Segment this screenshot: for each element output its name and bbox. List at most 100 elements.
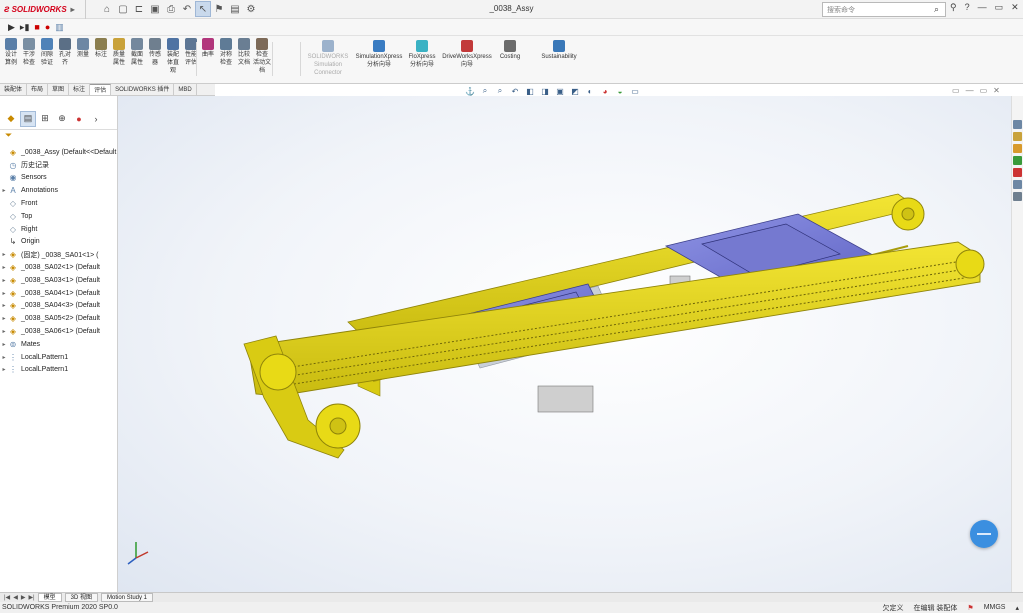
print-icon[interactable]: ⎙: [164, 2, 178, 16]
prev-tab-icon[interactable]: ◀: [13, 594, 18, 601]
play-icon[interactable]: ▶: [8, 22, 15, 33]
property-manager-tab-icon[interactable]: ▤: [20, 110, 36, 127]
ribbon-button-3[interactable]: 孔对 齐: [56, 38, 74, 67]
command-tab-2[interactable]: 草图: [48, 84, 70, 95]
dimxpert-tab-icon[interactable]: ⊕: [55, 112, 69, 126]
last-tab-icon[interactable]: ▶|: [28, 594, 34, 601]
viewport-split-icon[interactable]: ▭: [952, 86, 960, 95]
open-folder-icon[interactable]: ⊏: [132, 2, 146, 16]
new-document-icon[interactable]: ▢: [116, 2, 130, 16]
tab-model[interactable]: 模型: [37, 593, 62, 602]
tab-3d-views[interactable]: 3D 视图: [64, 593, 98, 602]
ribbon-button-11[interactable]: 曲率: [199, 38, 217, 59]
zoom-selection-icon[interactable]: ⌕: [494, 86, 506, 96]
tree-node[interactable]: ◷ 历史记录: [0, 159, 118, 172]
ribbon-button-6[interactable]: 质量 属性: [110, 38, 128, 67]
zoom-area-icon[interactable]: ⌕: [479, 86, 491, 96]
close-icon[interactable]: ✕: [1011, 2, 1019, 13]
options-gear-icon[interactable]: ⚙: [244, 2, 258, 16]
home-icon[interactable]: ⌂: [100, 2, 114, 16]
expand-arrow-icon[interactable]: ▸: [0, 341, 8, 348]
ribbon-large-button-5[interactable]: Sustainability: [535, 40, 583, 61]
step-icon[interactable]: ▸▮: [20, 22, 29, 33]
conveyor-assembly-model[interactable]: [118, 96, 1011, 592]
tree-node[interactable]: ▸ ⊚ Mates: [0, 338, 118, 351]
ribbon-button-7[interactable]: 截面 属性: [128, 38, 146, 67]
ribbon-button-10[interactable]: 性能 评估: [182, 38, 200, 67]
tree-node[interactable]: ▸ ◈ (固定) _0038_SA01<1> (: [0, 248, 118, 261]
expand-arrow-icon[interactable]: ▸: [0, 277, 8, 284]
tree-node[interactable]: ▸ ⋮ LocalLPattern1: [0, 364, 118, 377]
edit-appearance-icon[interactable]: ◕: [599, 86, 611, 96]
tree-node[interactable]: ▸ ⋮ LocalLPattern1: [0, 351, 118, 364]
ribbon-button-4[interactable]: 测量: [74, 38, 92, 59]
ribbon-button-13[interactable]: 比较 文档: [235, 38, 253, 67]
ribbon-button-8[interactable]: 传感 器: [146, 38, 164, 67]
hide-show-icon[interactable]: ◐: [584, 86, 596, 96]
viewport-minimize-icon[interactable]: —: [966, 86, 974, 95]
rebuild-icon[interactable]: ⚑: [212, 2, 226, 16]
command-tab-5[interactable]: SOLIDWORKS 插件: [111, 84, 175, 95]
expand-arrow-icon[interactable]: ▸: [0, 302, 8, 309]
file-properties-icon[interactable]: ▤: [228, 2, 242, 16]
tree-node[interactable]: ◇ Top: [0, 210, 118, 223]
panel-expand-icon[interactable]: ›: [89, 112, 103, 126]
command-tab-4[interactable]: 评估: [90, 84, 112, 95]
graphics-area[interactable]: [118, 96, 1011, 592]
tree-node[interactable]: ↳ Origin: [0, 236, 118, 249]
expand-arrow-icon[interactable]: ▸: [0, 290, 8, 297]
ribbon-button-0[interactable]: 设计 算例: [2, 38, 20, 67]
minimize-icon[interactable]: —: [978, 2, 987, 13]
file-explorer-icon[interactable]: [1013, 144, 1022, 153]
expand-arrow-icon[interactable]: ▸: [0, 264, 8, 271]
user-icon[interactable]: ⚲: [950, 2, 957, 13]
command-tab-0[interactable]: 装配体: [0, 84, 28, 95]
command-tab-1[interactable]: 布局: [27, 84, 49, 95]
view-orientation-icon[interactable]: ▣: [554, 86, 566, 96]
display-style-icon[interactable]: ◩: [569, 86, 581, 96]
record-icon[interactable]: ●: [45, 22, 50, 32]
expand-arrow-icon[interactable]: ▸: [0, 354, 8, 361]
zoom-to-fit-icon[interactable]: ⚓: [464, 86, 476, 96]
ribbon-large-button-3[interactable]: DriveWorksXpress 向导: [438, 40, 496, 69]
command-tab-3[interactable]: 标注: [69, 84, 91, 95]
expand-arrow-icon[interactable]: ▸: [0, 315, 8, 322]
expand-arrow-icon[interactable]: ▸: [0, 366, 8, 373]
expand-arrow-icon[interactable]: ▸: [0, 187, 8, 194]
next-tab-icon[interactable]: ▶: [21, 594, 26, 601]
ribbon-large-button-1[interactable]: SimulationXpress 分析向导: [352, 40, 406, 69]
configuration-manager-tab-icon[interactable]: ⊞: [38, 112, 52, 126]
tree-node[interactable]: ▸ ◈ _0038_SA04<3> (Default: [0, 300, 118, 313]
command-tab-6[interactable]: MBD: [174, 84, 197, 95]
solidworks-forum-icon[interactable]: [1013, 192, 1022, 201]
design-library-icon[interactable]: [1013, 132, 1022, 141]
solidworks-logo[interactable]: ƨ SOLIDWORKS ▸: [0, 0, 86, 19]
view-settings-icon[interactable]: ▭: [629, 86, 641, 96]
dynamic-annotation-icon[interactable]: ◨: [539, 86, 551, 96]
view-palette-icon[interactable]: [1013, 156, 1022, 165]
search-icon[interactable]: ⌕: [934, 4, 939, 15]
filter-icon[interactable]: ⏷: [0, 130, 117, 142]
viewport-restore-icon[interactable]: ▭: [980, 86, 988, 95]
custom-properties-icon[interactable]: [1013, 180, 1022, 189]
customize-status-icon[interactable]: ▴: [1015, 604, 1019, 612]
search-commands-input[interactable]: 搜索命令 ⌕: [822, 2, 946, 17]
undo-icon[interactable]: ↶: [180, 2, 194, 16]
save-icon[interactable]: ▣: [148, 2, 162, 16]
tree-node[interactable]: ▸ ◈ _0038_SA05<2> (Default: [0, 312, 118, 325]
viewport-close-icon[interactable]: ✕: [993, 86, 1000, 95]
ribbon-button-12[interactable]: 对称 检查: [217, 38, 235, 67]
status-units[interactable]: MMGS: [984, 604, 1006, 611]
help-icon[interactable]: ?: [965, 2, 970, 13]
tree-node[interactable]: ▸ ◈ _0038_SA04<1> (Default: [0, 287, 118, 300]
resources-icon[interactable]: [1013, 120, 1022, 129]
tree-node[interactable]: ◇ Right: [0, 223, 118, 236]
tree-node[interactable]: ▸ ◈ _0038_SA03<1> (Default: [0, 274, 118, 287]
select-pointer-icon[interactable]: ↖: [195, 1, 211, 17]
ribbon-button-5[interactable]: 标注: [92, 38, 110, 59]
expand-arrow-icon[interactable]: ▸: [0, 328, 8, 335]
display-manager-tab-icon[interactable]: ●: [72, 112, 86, 126]
ribbon-button-1[interactable]: 干涉 检查: [20, 38, 38, 67]
tree-node[interactable]: ▸ ◈ _0038_SA02<1> (Default: [0, 261, 118, 274]
first-tab-icon[interactable]: |◀: [4, 594, 10, 601]
